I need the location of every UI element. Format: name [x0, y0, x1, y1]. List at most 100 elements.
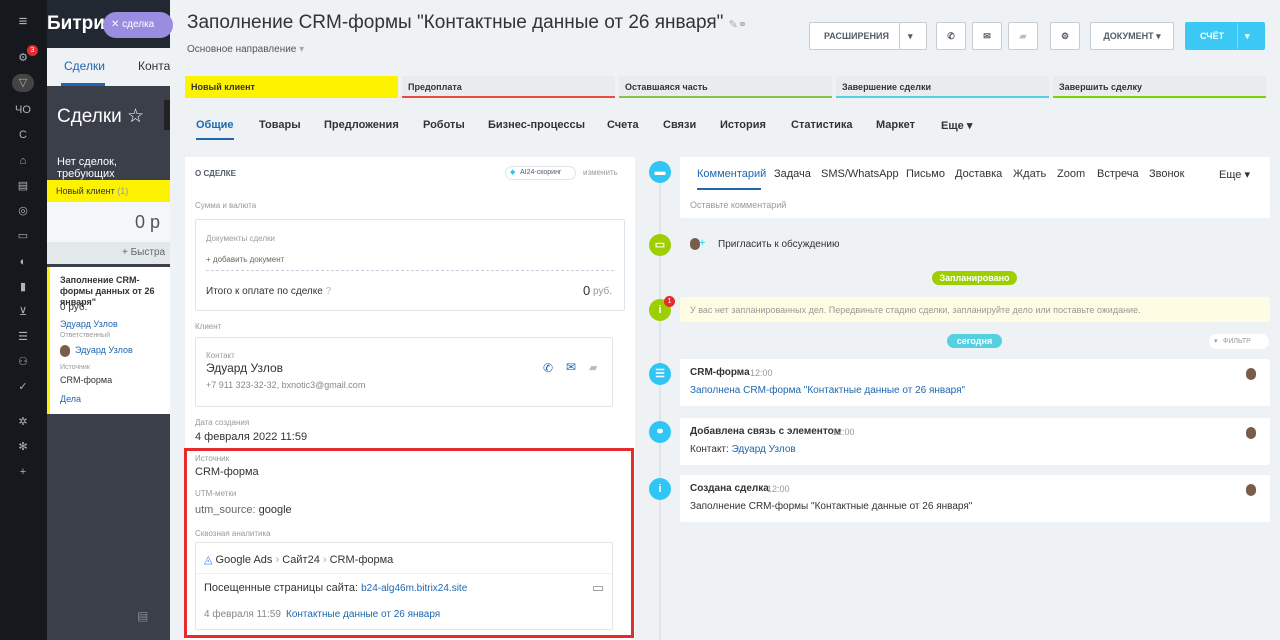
print-icon[interactable]: ▤: [137, 609, 148, 623]
card-resp[interactable]: Эдуард Узлов: [60, 345, 133, 357]
tab-zoom[interactable]: Zoom: [1057, 168, 1085, 180]
sidebar-item-cho[interactable]: ЧО: [12, 101, 34, 119]
close-icon[interactable]: ✕: [111, 19, 119, 30]
gear-icon[interactable]: ✻: [12, 438, 34, 456]
event-time: 12:00: [832, 427, 855, 437]
contact-name[interactable]: Эдуард Узлов: [206, 361, 283, 375]
card-contact[interactable]: Эдуард Узлов: [60, 319, 118, 329]
settings-sliders-icon[interactable]: ☰: [12, 328, 34, 346]
invite-discussion[interactable]: + Пригласить к обсуждению: [680, 232, 905, 258]
quick-add-button[interactable]: + Быстра: [47, 242, 170, 264]
tab-wait[interactable]: Ждать: [1013, 168, 1046, 180]
tab-comment[interactable]: Комментарий: [697, 168, 766, 180]
sum-label: Сумма и валюта: [195, 201, 257, 210]
tab-robots[interactable]: Роботы: [423, 119, 465, 131]
phone-icon[interactable]: ✆: [543, 361, 553, 375]
tab-sms[interactable]: SMS/WhatsApp: [821, 168, 899, 180]
tab-market[interactable]: Маркет: [876, 119, 915, 131]
robot-icon[interactable]: ⌂: [12, 152, 34, 170]
tab-bizproc[interactable]: Бизнес-процессы: [488, 119, 585, 131]
chart-icon[interactable]: ▮: [12, 278, 34, 296]
tab-mail[interactable]: Письмо: [906, 168, 945, 180]
mail-button[interactable]: ✉: [972, 22, 1002, 50]
filter-icon: ▾: [1214, 338, 1218, 345]
event-time: 12:00: [750, 368, 773, 378]
timeline-event-link[interactable]: Добавлена связь с элементом 12:00 Контак…: [680, 418, 1270, 465]
invite-label: Пригласить к обсуждению: [718, 239, 840, 250]
timeline-event-created[interactable]: Создана сделка 12:00 Заполнение CRM-форм…: [680, 475, 1270, 522]
sidebar-item-s[interactable]: С: [12, 126, 34, 144]
tab-task[interactable]: Задача: [774, 168, 811, 180]
tab-products[interactable]: Товары: [259, 119, 301, 131]
link-icon[interactable]: ⚭: [738, 19, 747, 31]
card-tasks[interactable]: Дела: [60, 394, 81, 404]
event-text[interactable]: Заполнена CRM-форма "Контактные данные о…: [690, 385, 965, 396]
crm-icon[interactable]: ⚙ 3: [12, 45, 38, 67]
deal-close-pill[interactable]: ✕ сделка: [103, 12, 173, 38]
people-icon[interactable]: ⚇: [12, 353, 34, 371]
chevron-down-icon: ▾: [1244, 169, 1250, 181]
tab-more[interactable]: Еще ▾: [941, 119, 972, 132]
stage-new-client[interactable]: Новый клиент: [185, 76, 398, 98]
tab-meeting[interactable]: Встреча: [1097, 168, 1139, 180]
deal-pipeline[interactable]: Основное направление ▾: [187, 44, 304, 55]
chevron-down-icon: ▾: [908, 31, 913, 41]
filter-icon[interactable]: ▽: [12, 74, 34, 92]
kanban-card[interactable]: Заполнение CRM-формы данных от 26 января…: [47, 267, 170, 414]
tab-contacts[interactable]: Конта: [138, 59, 170, 73]
client-label: Клиент: [195, 322, 222, 331]
tab-invoices[interactable]: Счета: [607, 119, 639, 131]
timeline-event-crm-form[interactable]: CRM-форма 12:00 Заполнена CRM-форма "Кон…: [680, 359, 1270, 406]
chat-icon[interactable]: ▰: [589, 361, 597, 374]
stage-prepayment[interactable]: Предоплата: [402, 76, 615, 98]
target-icon[interactable]: ◎: [12, 202, 34, 220]
add-document-link[interactable]: + добавить документ: [206, 255, 284, 264]
kanban-column-header[interactable]: Новый клиент (1): [47, 180, 170, 202]
chevron-down-icon: ▾: [1245, 31, 1250, 41]
extensions-button[interactable]: РАСШИРЕНИЯ ▾: [809, 22, 927, 50]
avatar: [1246, 368, 1256, 380]
moon-icon[interactable]: ◐: [12, 253, 34, 271]
book-icon[interactable]: ▤: [12, 177, 34, 195]
menu-icon[interactable]: ≡: [12, 13, 34, 31]
divider: [899, 23, 900, 49]
tab-deals[interactable]: Сделки: [64, 59, 105, 73]
check-icon[interactable]: ✓: [12, 378, 34, 396]
tab-delivery[interactable]: Доставка: [955, 168, 1002, 180]
invoice-button[interactable]: СЧЁТ ▾: [1185, 22, 1265, 50]
change-link[interactable]: изменить: [583, 168, 618, 177]
document-button[interactable]: ДОКУМЕНТ ▾: [1090, 22, 1174, 50]
cart-icon[interactable]: ⊻: [12, 303, 34, 321]
mail-icon[interactable]: ✉: [566, 360, 576, 374]
ai-scoring-button[interactable]: ◆ AI24-скоринг: [505, 166, 576, 180]
chat-button[interactable]: ▰: [1008, 22, 1038, 50]
edit-pencil-icon[interactable]: ✎: [729, 19, 738, 31]
docs-label: Документы сделки: [206, 234, 275, 243]
card-source-label: Источник: [60, 364, 90, 371]
stage-remaining[interactable]: Оставшаяся часть: [619, 76, 832, 98]
avatar: [1246, 484, 1256, 496]
comment-input[interactable]: Оставьте комментарий: [690, 200, 786, 210]
divider: [206, 270, 614, 271]
avatar: [1246, 427, 1256, 439]
tab-offers[interactable]: Предложения: [324, 119, 399, 131]
tab-general[interactable]: Общие: [196, 119, 234, 131]
tab-links[interactable]: Связи: [663, 119, 696, 131]
event-title: Создана сделка: [690, 483, 769, 494]
tab-statistics[interactable]: Статистика: [791, 119, 853, 131]
help-icon[interactable]: ?: [326, 286, 332, 297]
star-icon[interactable]: ✲: [12, 413, 34, 431]
tab-call[interactable]: Звонок: [1149, 168, 1185, 180]
plus-icon[interactable]: +: [12, 463, 34, 481]
stage-close-deal[interactable]: Завершить сделку: [1053, 76, 1266, 98]
phone-button[interactable]: ✆: [936, 22, 966, 50]
avatar: [60, 345, 70, 357]
filter-button[interactable]: ▾ ФИЛЬТР: [1209, 334, 1269, 349]
tab-history[interactable]: История: [720, 119, 766, 131]
calendar-icon[interactable]: ▭: [12, 227, 34, 245]
contact-card[interactable]: Контакт Эдуард Узлов +7 911 323-32-32, b…: [195, 337, 613, 407]
settings-button[interactable]: ⚙: [1050, 22, 1080, 50]
contact-link[interactable]: Эдуард Узлов: [732, 444, 796, 455]
stage-finishing[interactable]: Завершение сделки: [836, 76, 1049, 98]
tab-more-activities[interactable]: Еще ▾: [1219, 168, 1250, 181]
